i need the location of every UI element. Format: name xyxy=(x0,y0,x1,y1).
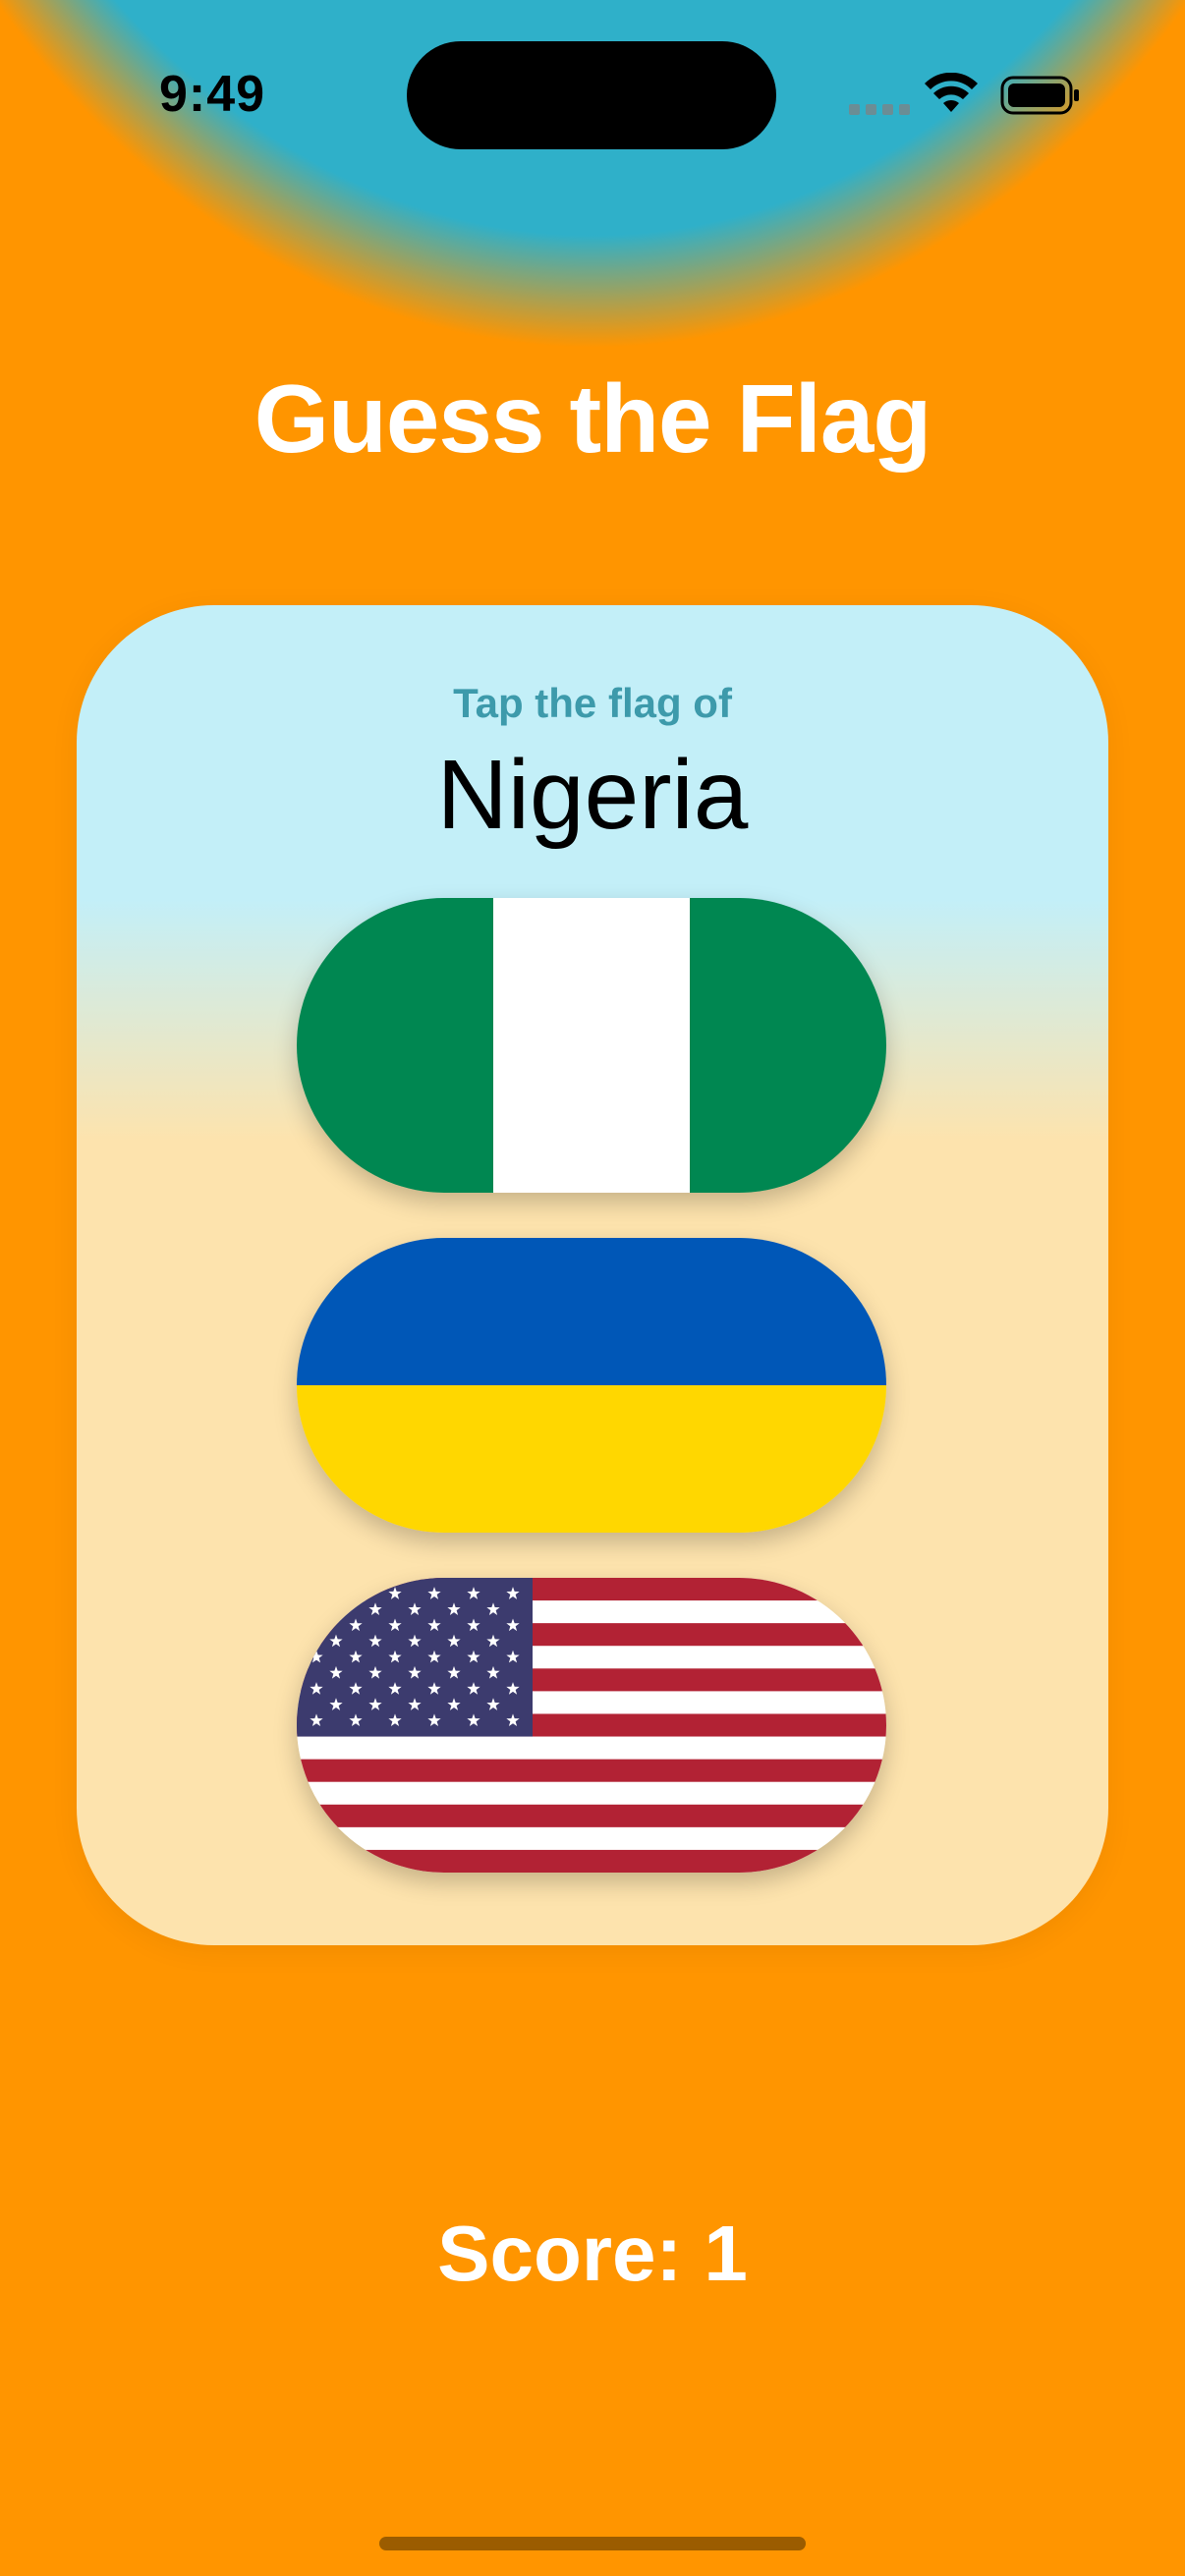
home-indicator[interactable] xyxy=(379,2537,806,2550)
cellular-signal-icon xyxy=(849,104,910,115)
flag-button-ukraine[interactable] xyxy=(297,1238,886,1533)
us-flag-icon xyxy=(297,1578,886,1873)
flag-button-united-states[interactable] xyxy=(297,1578,886,1873)
status-time: 9:49 xyxy=(159,66,266,123)
nigeria-flag-icon xyxy=(297,898,886,1193)
wifi-icon xyxy=(925,73,978,112)
dynamic-island xyxy=(407,41,776,149)
score-label: Score: 1 xyxy=(437,2210,748,2297)
prompt-label: Tap the flag of xyxy=(453,680,732,726)
ukraine-flag-icon xyxy=(297,1238,886,1533)
flag-button-nigeria[interactable] xyxy=(297,898,886,1193)
page-title: Guess the Flag xyxy=(254,364,932,473)
target-country: Nigeria xyxy=(436,740,749,850)
battery-icon xyxy=(1000,76,1079,115)
